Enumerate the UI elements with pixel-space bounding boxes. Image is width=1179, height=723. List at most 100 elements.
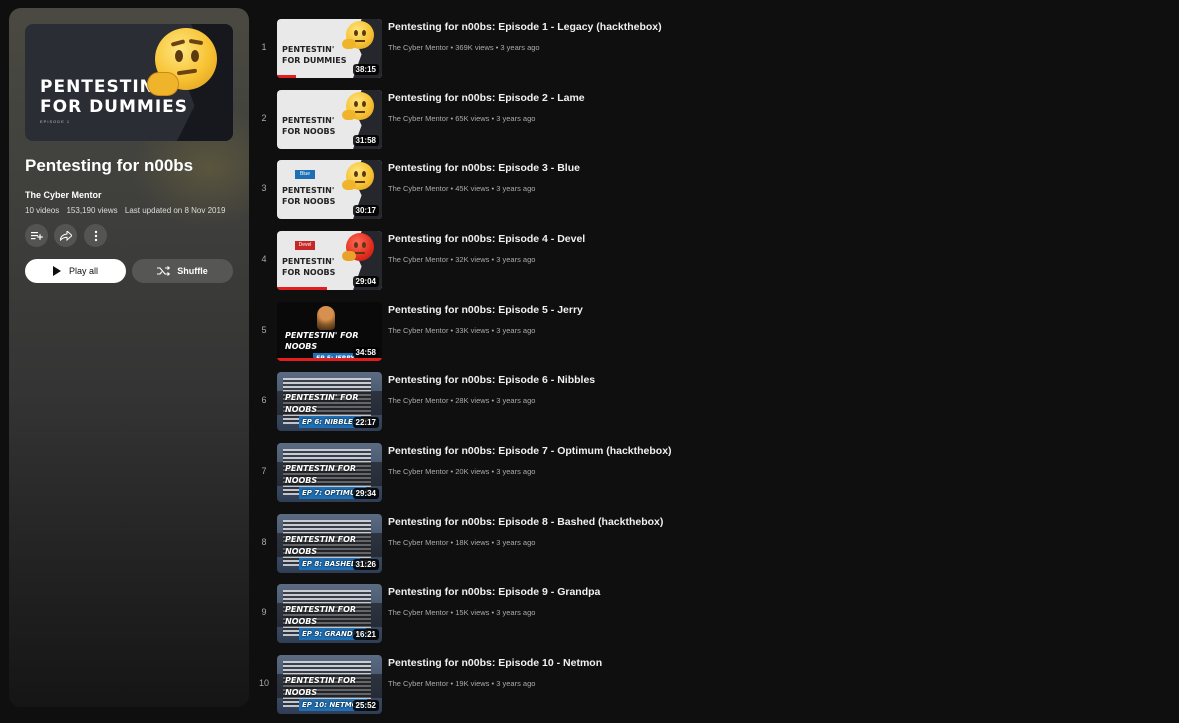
video-channel[interactable]: The Cyber Mentor [388,114,448,123]
video-channel[interactable]: The Cyber Mentor [388,467,448,476]
thumbnail-text-line1: PENTESTIN' [282,116,335,125]
video-meta: The Cyber Mentor • 18K views • 3 years a… [388,538,536,547]
playlist-video-row[interactable]: 3 PENTESTIN' FOR NOOBS Blue 30:17 Pentesting … [252,160,772,222]
playlist-cover-thumbnail[interactable]: PENTESTIN' FOR DUMMIES EPISODE 1 [25,24,233,141]
more-actions-button[interactable] [84,224,107,247]
video-age: 3 years ago [496,608,536,617]
video-index: 5 [261,325,267,335]
playlist-video-row[interactable]: 7 PENTESTIN FOR NOOBS EP 7: OPTIMUM 29:34 Pe… [252,443,772,505]
play-icon [52,266,61,276]
playlist-header-panel: PENTESTIN' FOR DUMMIES EPISODE 1 Pentest… [9,8,249,707]
video-channel[interactable]: The Cyber Mentor [388,538,448,547]
video-title[interactable]: Pentesting for n00bs: Episode 6 - Nibble… [388,374,595,386]
playlist-video-row[interactable]: 6 PENTESTIN' FOR NOOBS EP 6: NIBBLES 22:17 P… [252,372,772,434]
playlist-owner[interactable]: The Cyber Mentor [25,190,102,200]
video-age: 3 years ago [496,467,536,476]
video-age: 3 years ago [496,184,536,193]
video-views: 28K views [455,396,490,405]
playlist-video-row[interactable]: 10 PENTESTIN FOR NOOBS EP 10: NETMON 25:52 P… [252,655,772,717]
watch-progress-bar [277,287,328,290]
video-channel[interactable]: The Cyber Mentor [388,326,448,335]
video-age: 3 years ago [500,43,540,52]
video-age: 3 years ago [496,326,536,335]
cover-title-line2: FOR DUMMIES [40,97,189,117]
video-duration: 25:52 [352,700,379,711]
video-index: 9 [261,607,267,617]
video-thumbnail[interactable]: PENTESTIN' FOR NOOBS 31:58 [277,90,382,149]
playlist-video-row[interactable]: 9 PENTESTIN FOR NOOBS EP 9: GRANDPA 16:21 Pe… [252,584,772,646]
video-views: 15K views [455,608,490,617]
play-all-button[interactable]: Play all [25,259,126,283]
playlist-video-row[interactable]: 1 PENTESTIN' FOR DUMMIES 38:15 Pentesting fo… [252,19,772,81]
thumbnail-text-line1: PENTESTIN FOR NOOBS [285,605,357,626]
video-title[interactable]: Pentesting for n00bs: Episode 3 - Blue [388,162,580,174]
video-duration: 34:58 [352,347,379,358]
video-duration: 30:17 [352,205,379,216]
video-meta: The Cyber Mentor • 15K views • 3 years a… [388,608,536,617]
video-age: 3 years ago [496,114,536,123]
thumbnail-text-line2: FOR NOOBS [282,127,336,136]
thumbnail-text-line1: PENTESTIN' [282,257,335,266]
video-channel[interactable]: The Cyber Mentor [388,608,448,617]
video-title[interactable]: Pentesting for n00bs: Episode 8 - Bashed… [388,516,663,528]
save-playlist-button[interactable] [25,224,48,247]
video-thumbnail[interactable]: PENTESTIN' FOR DUMMIES 38:15 [277,19,382,78]
video-title[interactable]: Pentesting for n00bs: Episode 7 - Optimu… [388,445,672,457]
video-thumbnail[interactable]: PENTESTIN FOR NOOBS EP 8: BASHED 31:26 [277,514,382,573]
shuffle-button[interactable]: Shuffle [132,259,233,283]
video-thumbnail[interactable]: PENTESTIN FOR NOOBS EP 10: NETMON 25:52 [277,655,382,714]
playlist-video-row[interactable]: 8 PENTESTIN FOR NOOBS EP 8: BASHED 31:26 Pen… [252,514,772,576]
thinking-face-icon [342,92,374,120]
video-count: 10 videos [25,206,60,215]
video-age: 3 years ago [496,396,536,405]
video-thumbnail[interactable]: PENTESTIN' FOR NOOBS Devel 29:04 [277,231,382,290]
thumbnail-text-line1: PENTESTIN' FOR NOOBS [285,393,359,414]
video-title[interactable]: Pentesting for n00bs: Episode 10 - Netmo… [388,657,602,669]
video-thumbnail[interactable]: PENTESTIN' FOR NOOBS EP 6: NIBBLES 22:17 [277,372,382,431]
video-channel[interactable]: The Cyber Mentor [388,184,448,193]
video-duration: 29:34 [352,488,379,499]
video-title[interactable]: Pentesting for n00bs: Episode 4 - Devel [388,233,585,245]
video-channel[interactable]: The Cyber Mentor [388,255,448,264]
cover-title-line1: PENTESTIN' [40,77,162,97]
video-thumbnail[interactable]: PENTESTIN' FOR NOOBSEP 5: JERRY34:58 [277,302,382,361]
video-views: 369K views [455,43,494,52]
video-channel[interactable]: The Cyber Mentor [388,43,448,52]
video-title[interactable]: Pentesting for n00bs: Episode 2 - Lame [388,92,585,104]
video-age: 3 years ago [496,679,536,688]
video-title[interactable]: Pentesting for n00bs: Episode 5 - Jerry [388,304,583,316]
playlist-video-row[interactable]: 2 PENTESTIN' FOR NOOBS 31:58 Pentesting for … [252,90,772,152]
share-icon [59,230,72,241]
video-meta: The Cyber Mentor • 65K views • 3 years a… [388,114,536,123]
video-views: 32K views [455,255,490,264]
playlist-video-row[interactable]: 5 PENTESTIN' FOR NOOBSEP 5: JERRY34:58 Pen… [252,302,772,364]
video-duration: 38:15 [352,64,379,75]
video-thumbnail[interactable]: PENTESTIN FOR NOOBS EP 9: GRANDPA 16:21 [277,584,382,643]
thumbnail-tag: Devel [295,241,315,250]
video-meta: The Cyber Mentor • 19K views • 3 years a… [388,679,536,688]
video-index: 1 [261,42,267,52]
share-button[interactable] [54,224,77,247]
video-thumbnail[interactable]: PENTESTIN FOR NOOBS EP 7: OPTIMUM 29:34 [277,443,382,502]
add-to-queue-icon [30,231,43,240]
video-title[interactable]: Pentesting for n00bs: Episode 1 - Legacy… [388,21,662,33]
video-views: 19K views [455,679,490,688]
video-meta: The Cyber Mentor • 33K views • 3 years a… [388,326,536,335]
video-meta: The Cyber Mentor • 32K views • 3 years a… [388,255,536,264]
video-channel[interactable]: The Cyber Mentor [388,679,448,688]
video-channel[interactable]: The Cyber Mentor [388,396,448,405]
video-views: 33K views [455,326,490,335]
video-thumbnail[interactable]: PENTESTIN' FOR NOOBS Blue 30:17 [277,160,382,219]
thumbnail-episode-badge: EP 6: NIBBLES [299,416,361,428]
video-title[interactable]: Pentesting for n00bs: Episode 9 - Grandp… [388,586,600,598]
playlist-video-row[interactable]: 4 PENTESTIN' FOR NOOBS Devel 29:04 Pentesting… [252,231,772,293]
video-meta: The Cyber Mentor • 28K views • 3 years a… [388,396,536,405]
video-duration: 31:58 [352,135,379,146]
video-meta: The Cyber Mentor • 20K views • 3 years a… [388,467,536,476]
playlist-title: Pentesting for n00bs [25,156,194,175]
thumbnail-text-line1: PENTESTIN' FOR NOOBS [285,331,359,351]
thumbnail-text-line1: PENTESTIN FOR NOOBS [285,464,357,485]
thumbnail-text-line1: PENTESTIN' [282,45,335,54]
video-index: 10 [258,678,269,688]
video-age: 3 years ago [496,538,536,547]
